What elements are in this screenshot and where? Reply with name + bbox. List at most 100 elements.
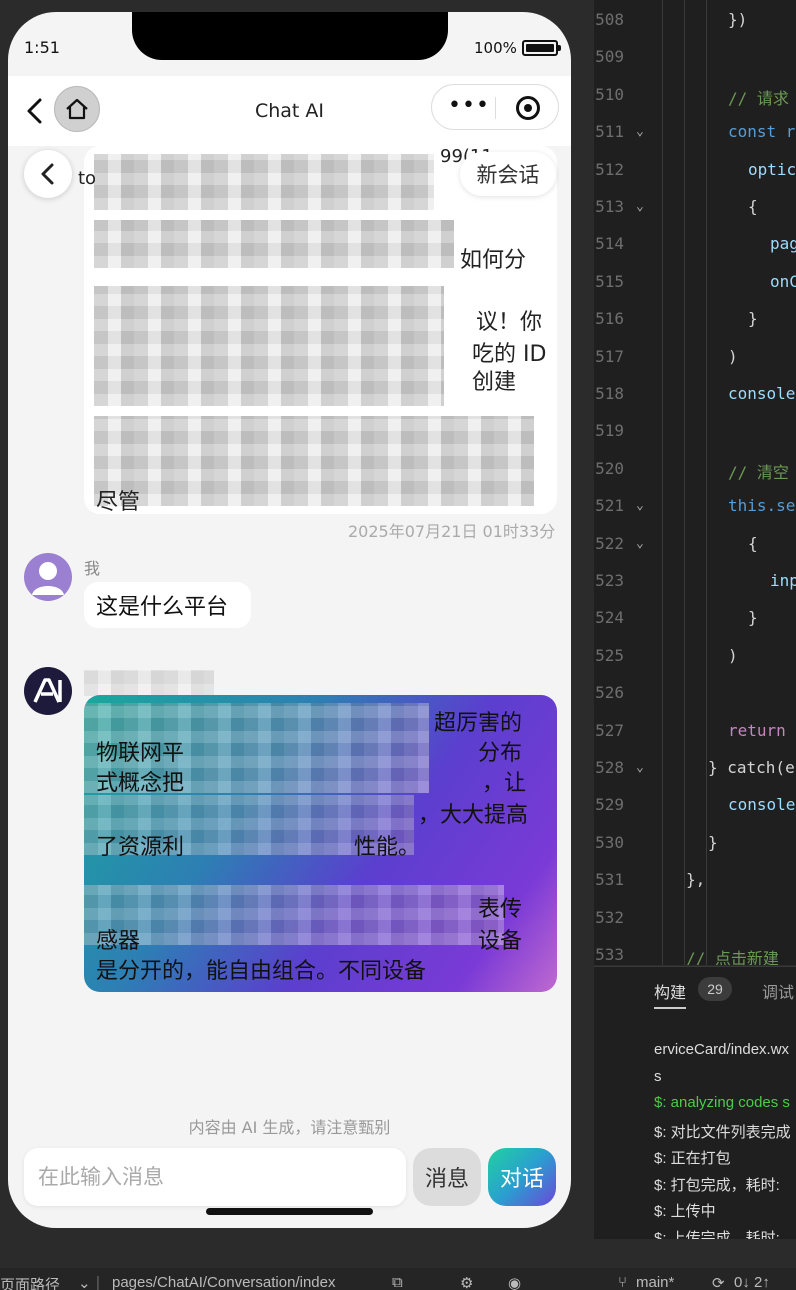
code-line[interactable]: 530} bbox=[594, 827, 796, 864]
ai-text-fragment: 议！你 bbox=[476, 310, 543, 335]
code-line[interactable]: 524} bbox=[594, 602, 796, 639]
pixelated-text bbox=[94, 286, 444, 406]
fold-chevron-icon[interactable]: ⌄ bbox=[636, 199, 644, 214]
output-panel: 构建 29 调试 erviceCard/index.wx s $: analyzin… bbox=[594, 966, 796, 1239]
copy-icon[interactable]: ⧉ bbox=[392, 1274, 403, 1290]
code-line[interactable]: 523 inp bbox=[594, 565, 796, 602]
message-timestamp: 2025年07月21日 01时33分 bbox=[348, 522, 556, 541]
code-line[interactable]: 516} bbox=[594, 303, 796, 340]
line-number: 527 bbox=[595, 720, 624, 740]
more-menu-icon[interactable]: ••• bbox=[448, 95, 490, 117]
line-number: 522 bbox=[595, 533, 624, 553]
line-number: 528 bbox=[595, 758, 624, 777]
line-number: 533 bbox=[595, 945, 624, 964]
ai-text-fragment: 创建 bbox=[472, 370, 517, 395]
code-line[interactable]: 533 // 点击新建 bbox=[594, 939, 796, 965]
code-text: } bbox=[748, 608, 758, 628]
pixelated-ai-name bbox=[84, 670, 214, 696]
fold-chevron-icon[interactable]: ⌄ bbox=[636, 498, 644, 513]
code-line[interactable]: 525) bbox=[594, 640, 796, 677]
code-line[interactable]: 509 bbox=[594, 41, 796, 78]
ai-text-fragment: to bbox=[78, 168, 97, 189]
code-line[interactable]: 528 ⌄} catch(e bbox=[594, 752, 796, 789]
line-number: 517 bbox=[595, 346, 624, 366]
settings-icon[interactable]: ⚙ bbox=[460, 1274, 473, 1290]
message-input[interactable]: 在此输入消息 bbox=[24, 1148, 406, 1206]
ai-text-line: 表传 bbox=[478, 897, 523, 922]
line-number: 526 bbox=[595, 683, 624, 703]
code-line[interactable]: 522 ⌄ { bbox=[594, 528, 796, 565]
code-line[interactable]: 532 bbox=[594, 902, 796, 939]
status-time: 1:51 bbox=[24, 38, 60, 57]
divider: | bbox=[96, 1274, 100, 1290]
fold-chevron-icon[interactable]: ⌄ bbox=[636, 124, 644, 139]
code-line[interactable]: 510 // 请求 bbox=[594, 79, 796, 116]
code-line[interactable]: 520 // 清空 bbox=[594, 453, 796, 490]
code-line[interactable]: 517) bbox=[594, 341, 796, 378]
ai-text-line: ，大大提高 bbox=[418, 803, 529, 828]
close-target-icon[interactable] bbox=[516, 96, 540, 120]
line-number: 510 bbox=[595, 84, 624, 104]
code-line[interactable]: 529 console bbox=[594, 789, 796, 826]
ai-text-line: 物联网平 bbox=[96, 741, 185, 766]
ai-text-line: 式概念把 bbox=[96, 771, 185, 796]
code-text: console bbox=[728, 795, 796, 815]
nav-bar: Chat AI ••• bbox=[8, 76, 571, 146]
line-number: 532 bbox=[595, 907, 624, 927]
code-line[interactable]: 512 optic bbox=[594, 154, 796, 191]
code-line[interactable]: 508}) bbox=[594, 4, 796, 41]
code-text: // 请求 bbox=[728, 88, 789, 108]
code-line[interactable]: 521 ⌄ this.se bbox=[594, 490, 796, 527]
phone-simulator: 1:51 100% Chat AI ••• 新会话 99(11 to 如何分 议… bbox=[8, 12, 571, 1228]
code-line[interactable]: 515 onC bbox=[594, 266, 796, 303]
fold-chevron-icon[interactable]: ⌄ bbox=[636, 760, 644, 775]
battery-icon bbox=[522, 40, 561, 56]
page-path[interactable]: pages/ChatAI/Conversation/index bbox=[112, 1274, 335, 1290]
code-line[interactable]: 526 bbox=[594, 677, 796, 714]
tab-debug[interactable]: 调试 bbox=[762, 979, 794, 1003]
code-line[interactable]: 519 bbox=[594, 415, 796, 452]
ai-text-line: 感器 bbox=[96, 929, 141, 954]
code-line[interactable]: 511 ⌄ const r bbox=[594, 116, 796, 153]
chat-back-button[interactable] bbox=[24, 150, 72, 198]
code-line[interactable]: 514 pag bbox=[594, 228, 796, 265]
pixelated-text bbox=[84, 885, 504, 945]
code-line[interactable]: 513 ⌄ { bbox=[594, 191, 796, 228]
eye-icon[interactable]: ◉ bbox=[508, 1274, 521, 1290]
code-line[interactable]: 518 console bbox=[594, 378, 796, 415]
git-sync-status[interactable]: 0↓ 2↑ bbox=[734, 1274, 770, 1290]
mini-program-capsule: ••• bbox=[431, 84, 559, 130]
line-number: 531 bbox=[595, 870, 624, 890]
message-button[interactable]: 消息 bbox=[413, 1148, 481, 1206]
line-number: 516 bbox=[595, 309, 624, 329]
ai-message-bubble: 超厉害的 物联网平 分布 式概念把 ，让 ，大大提高 了资源利 性能。 表传 感… bbox=[84, 695, 557, 992]
code-text: { bbox=[748, 197, 758, 216]
chat-button[interactable]: 对话 bbox=[488, 1148, 556, 1206]
git-branch[interactable]: main* bbox=[636, 1274, 674, 1290]
code-text: inp bbox=[770, 571, 796, 590]
phone-notch bbox=[132, 12, 448, 60]
log-line: erviceCard/index.wx bbox=[654, 1041, 790, 1058]
line-number: 525 bbox=[595, 645, 624, 665]
log-line: $: 正在打包 bbox=[654, 1150, 731, 1167]
battery-percentage: 100% bbox=[474, 39, 517, 57]
code-line[interactable]: 527 return bbox=[594, 715, 796, 752]
line-number: 523 bbox=[595, 571, 624, 590]
code-editor[interactable]: 508}) 509 510 // 请求 511 ⌄ const r 512 optic 513 ⌄ {… bbox=[594, 0, 796, 965]
page-path-label[interactable]: 页面路径 bbox=[0, 1274, 60, 1290]
line-number: 511 bbox=[595, 122, 624, 142]
status-bar-bottom: 页面路径 ⌄ | pages/ChatAI/Conversation/index… bbox=[0, 1268, 796, 1290]
ai-text-line: 超厉害的 bbox=[434, 711, 523, 736]
line-number: 529 bbox=[595, 795, 624, 815]
fold-chevron-icon[interactable]: ⌄ bbox=[636, 536, 644, 551]
line-number: 512 bbox=[595, 159, 624, 179]
chevron-down-icon[interactable]: ⌄ bbox=[78, 1274, 91, 1290]
tab-build[interactable]: 构建 bbox=[654, 979, 686, 1003]
user-message-bubble: 这是什么平台 bbox=[84, 582, 251, 628]
ai-text-line: 分布 bbox=[478, 741, 523, 766]
chevron-left-icon bbox=[41, 163, 54, 185]
code-text: pag bbox=[770, 234, 796, 254]
code-line[interactable]: 531}, bbox=[594, 864, 796, 901]
new-chat-button[interactable]: 新会话 bbox=[460, 152, 556, 196]
code-text: }, bbox=[686, 870, 706, 890]
